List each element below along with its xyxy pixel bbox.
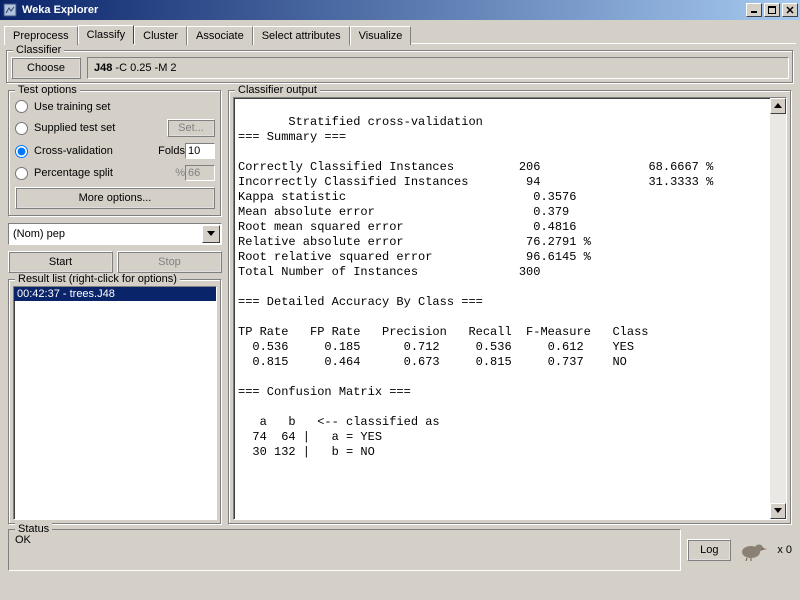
scroll-down-icon[interactable] — [770, 503, 786, 519]
folds-input[interactable] — [185, 143, 215, 159]
status-legend: Status — [15, 523, 52, 535]
output-content: Stratified cross-validation === Summary … — [238, 115, 713, 459]
test-options-legend: Test options — [15, 84, 80, 96]
classifier-string[interactable]: J48 -C 0.25 -M 2 — [87, 57, 789, 79]
window-titlebar: Weka Explorer — [0, 0, 800, 20]
minimize-button[interactable] — [746, 3, 762, 17]
percentage-input[interactable] — [185, 165, 215, 181]
classifier-legend: Classifier — [13, 44, 64, 56]
log-button[interactable]: Log — [687, 539, 731, 561]
task-count: x 0 — [777, 544, 792, 556]
output-scrollbar[interactable] — [770, 98, 786, 519]
status-text: OK — [15, 534, 31, 546]
classifier-output-legend: Classifier output — [235, 84, 320, 96]
tab-classify[interactable]: Classify — [78, 25, 135, 44]
classifier-output-group: Classifier output Stratified cross-valid… — [228, 90, 792, 525]
classifier-name: J48 — [94, 62, 112, 74]
app-icon — [2, 2, 18, 18]
result-list-legend: Result list (right-click for options) — [15, 273, 180, 285]
window-title: Weka Explorer — [22, 4, 744, 16]
supplied-test-radio[interactable] — [15, 122, 28, 135]
percentage-split-radio[interactable] — [15, 167, 28, 180]
weka-bird-icon — [737, 539, 771, 561]
folds-label: Folds — [158, 145, 185, 157]
choose-classifier-button[interactable]: Choose — [11, 57, 81, 79]
tab-preprocess[interactable]: Preprocess — [4, 26, 78, 45]
scroll-track[interactable] — [770, 114, 786, 503]
stop-button[interactable]: Stop — [117, 251, 222, 273]
test-options-group: Test options Use training set Supplied t… — [8, 90, 222, 217]
status-group: Status OK — [8, 529, 681, 571]
use-training-label: Use training set — [34, 101, 215, 113]
main-tabs: Preprocess Classify Cluster Associate Se… — [0, 20, 800, 43]
tab-cluster[interactable]: Cluster — [134, 26, 187, 45]
chevron-down-icon[interactable] — [202, 225, 220, 243]
more-options-button[interactable]: More options... — [15, 187, 215, 209]
result-item[interactable]: 00:42:37 - trees.J48 — [14, 287, 216, 301]
class-attribute-combo[interactable]: (Nom) pep — [8, 223, 222, 245]
classifier-output-text[interactable]: Stratified cross-validation === Summary … — [233, 97, 787, 520]
tab-select-attributes[interactable]: Select attributes — [253, 26, 350, 45]
classifier-group: Classifier Choose J48 -C 0.25 -M 2 — [6, 50, 794, 84]
supplied-set-button[interactable]: Set... — [167, 119, 215, 137]
percentage-split-label: Percentage split — [34, 167, 171, 179]
cross-validation-radio[interactable] — [15, 145, 28, 158]
tab-associate[interactable]: Associate — [187, 26, 253, 45]
scroll-up-icon[interactable] — [770, 98, 786, 114]
use-training-radio[interactable] — [15, 100, 28, 113]
supplied-test-label: Supplied test set — [34, 122, 167, 134]
class-attribute-value: (Nom) pep — [9, 228, 201, 240]
result-list[interactable]: 00:42:37 - trees.J48 — [13, 286, 217, 520]
classifier-args: -C 0.25 -M 2 — [112, 62, 176, 74]
maximize-button[interactable] — [764, 3, 780, 17]
cross-validation-label: Cross-validation — [34, 145, 154, 157]
start-button[interactable]: Start — [8, 251, 113, 273]
classify-panel: Classifier Choose J48 -C 0.25 -M 2 Test … — [4, 43, 796, 573]
tab-visualize[interactable]: Visualize — [350, 26, 412, 45]
percent-label: % — [175, 167, 185, 179]
close-button[interactable] — [782, 3, 798, 17]
result-list-group: Result list (right-click for options) 00… — [8, 279, 222, 525]
